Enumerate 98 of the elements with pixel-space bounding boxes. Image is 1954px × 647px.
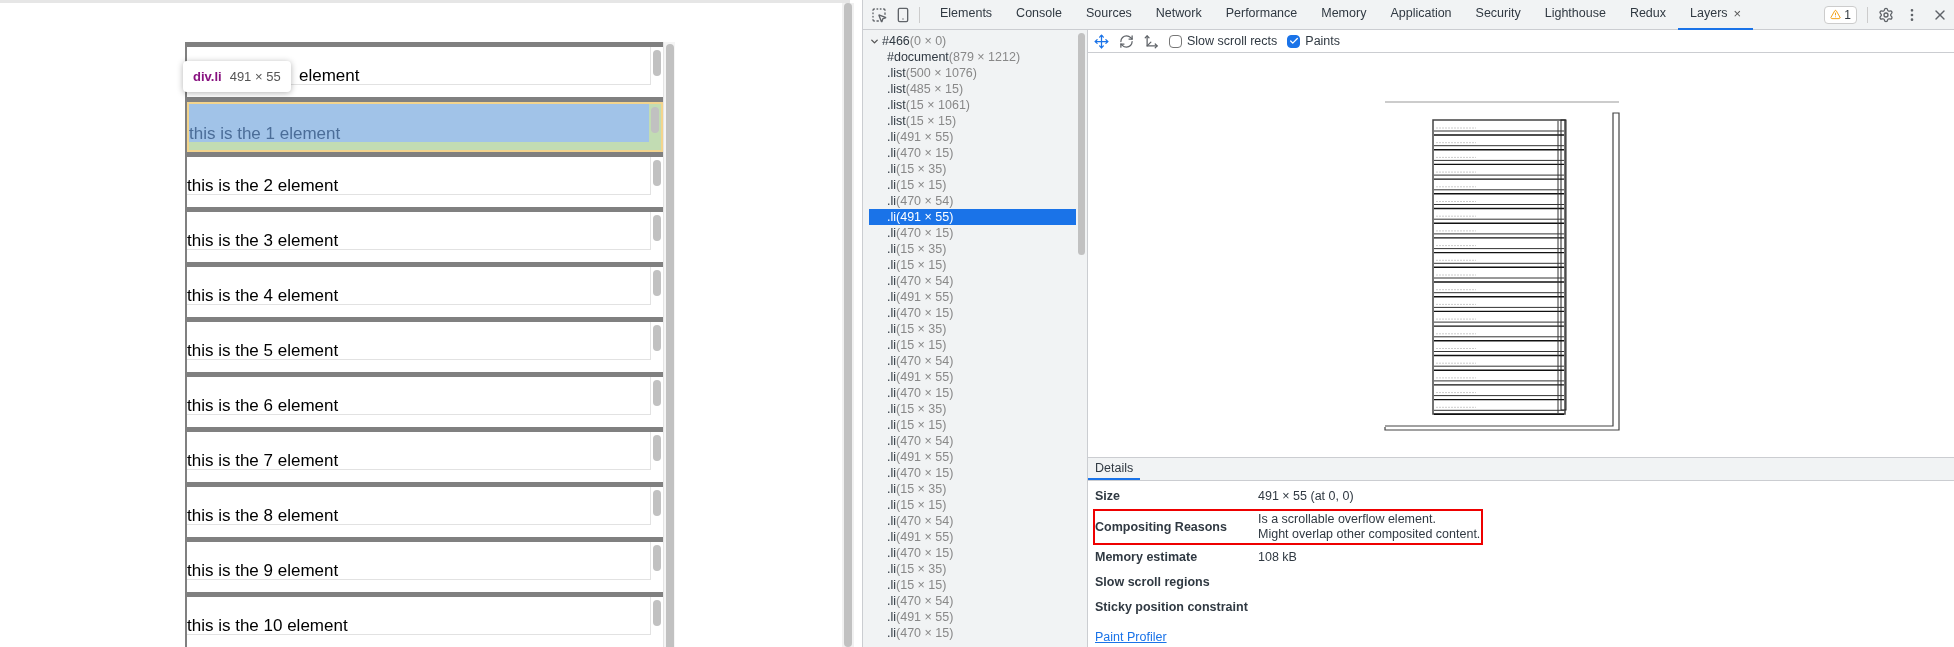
layer-tree-item[interactable]: .li(491 × 55) [869, 369, 1076, 385]
checkbox-option[interactable]: Slow scroll rects [1169, 31, 1278, 51]
detail-value: Is a scrollable overflow element. Might overlap other composited content. [1258, 512, 1481, 542]
layer-tree-item[interactable]: .li(470 × 15) [869, 545, 1076, 561]
layer-tree-item[interactable]: .li(15 × 15) [869, 577, 1076, 593]
scrollbar-thumb[interactable] [653, 215, 662, 241]
layer-tree-item[interactable]: .li(470 × 54) [869, 513, 1076, 529]
scrollbar-thumb[interactable] [653, 50, 662, 76]
scrollbar-thumb[interactable] [653, 270, 662, 296]
details-tab[interactable]: Details [1088, 458, 1141, 481]
item-text: this is the 8 element [187, 506, 339, 526]
layer-tree-item[interactable]: .list(15 × 1061) [869, 97, 1076, 113]
warning-badge[interactable]: 1 [1824, 5, 1857, 24]
devtools-tab[interactable]: Network [1143, 0, 1214, 30]
layer-tree-item[interactable]: .li(15 × 35) [869, 481, 1076, 497]
checkbox-option[interactable]: Paints [1287, 31, 1341, 51]
devtools-tab[interactable]: Sources [1074, 0, 1144, 30]
layer-tree-item[interactable]: #466(0 × 0) [869, 33, 1076, 49]
tooltip-size: 491 × 55 [229, 67, 281, 86]
layer-tree-item[interactable]: #document(879 × 1212) [869, 49, 1076, 65]
layer-tree-item[interactable]: .li(15 × 35) [869, 161, 1076, 177]
layer-tree-item[interactable]: .li(15 × 35) [869, 401, 1076, 417]
layer-tree-item[interactable]: .li(470 × 15) [869, 385, 1076, 401]
layer-tree-item[interactable]: .li(491 × 55) [869, 609, 1076, 625]
rotate-mode-icon[interactable] [1119, 33, 1134, 49]
detail-label: Slow scroll regions [1095, 573, 1211, 591]
devtools-tab[interactable]: Application [1378, 0, 1464, 30]
layer-tree-item[interactable]: .list(15 × 15) [869, 113, 1076, 129]
layer-tree-item[interactable]: .li(15 × 35) [869, 321, 1076, 337]
item-text: this is the 10 element [187, 616, 348, 636]
item-text: this is the 4 element [187, 286, 339, 306]
layer-tree-item[interactable]: .li(470 × 15) [869, 225, 1076, 241]
devtools-tab[interactable]: Memory [1309, 0, 1379, 30]
scrollbar-thumb[interactable] [653, 545, 662, 571]
layer-tree-item[interactable]: .li(470 × 54) [869, 353, 1076, 369]
item-text: element [299, 66, 360, 86]
detail-label: Size [1095, 488, 1121, 506]
tooltip-tag: div.li [193, 66, 222, 87]
detail-label: Compositing Reasons [1095, 518, 1228, 536]
close-tab-icon[interactable]: × [1733, 3, 1742, 24]
layer-tree-item[interactable]: .li(15 × 15) [869, 337, 1076, 353]
layer-tree-item[interactable]: .li(15 × 15) [869, 417, 1076, 433]
item-text: this is the 9 element [187, 561, 339, 581]
layer-tree-item[interactable]: .li(491 × 55) [869, 529, 1076, 545]
layer-tree-item[interactable]: .li(491 × 55) [869, 289, 1076, 305]
layer-tree-item[interactable]: .li(470 × 15) [869, 625, 1076, 641]
pan-mode-icon[interactable] [1094, 33, 1109, 49]
detail-value: 108 kB [1258, 549, 1297, 565]
item-text: this is the 7 element [187, 451, 339, 471]
layer-tree-item[interactable]: .list(500 × 1076) [869, 65, 1076, 81]
devtools-tab[interactable]: Security [1463, 0, 1533, 30]
devtools-tab[interactable]: Elements [928, 0, 1005, 30]
layer-tree-item[interactable]: .li(491 × 55) [869, 129, 1076, 145]
inspect-cursor-icon[interactable] [871, 6, 887, 23]
scrollbar-thumb[interactable] [653, 160, 662, 186]
layer-tree-item[interactable]: .li(15 × 35) [869, 561, 1076, 577]
layer-tree-item[interactable]: .li(15 × 35) [869, 241, 1076, 257]
scrollbar-thumb[interactable] [651, 107, 660, 133]
item-text: this is the 2 element [187, 176, 339, 196]
layer-tree-item[interactable]: .li(491 × 55) [869, 209, 1076, 225]
reset-transform-icon[interactable] [1144, 33, 1159, 49]
warning-icon [1830, 9, 1842, 20]
layer-tree-item[interactable]: .li(470 × 15) [869, 305, 1076, 321]
layer-tree-item[interactable]: .li(15 × 15) [869, 257, 1076, 273]
scrollbar-thumb[interactable] [653, 380, 662, 406]
layer-tree-item[interactable]: .li(470 × 54) [869, 273, 1076, 289]
devtools-tab[interactable]: Layers × [1678, 0, 1754, 30]
devtools-tab[interactable]: Performance [1213, 0, 1310, 30]
scrollbar-thumb[interactable] [1078, 33, 1085, 255]
layer-tree-item[interactable]: .li(470 × 15) [869, 145, 1076, 161]
layer-tree-item[interactable]: .li(470 × 54) [869, 193, 1076, 209]
layer-tree-item[interactable]: .li(470 × 54) [869, 593, 1076, 609]
layer-tree-item[interactable]: .li(470 × 54) [869, 433, 1076, 449]
scrollbar-thumb[interactable] [653, 435, 662, 461]
layer-tree-item[interactable]: .li(470 × 15) [869, 465, 1076, 481]
item-text: this is the 6 element [187, 396, 339, 416]
detail-label: Memory estimate [1095, 549, 1199, 566]
layer-tree-item[interactable]: .li(491 × 55) [869, 449, 1076, 465]
settings-icon[interactable] [1878, 6, 1894, 23]
scrollbar-thumb[interactable] [653, 325, 662, 351]
item-text: this is the 3 element [187, 231, 339, 251]
scrollbar-thumb[interactable] [665, 44, 674, 647]
paint-profiler-link[interactable]: Paint Profiler [1095, 628, 1167, 647]
detail-value: 491 × 55 (at 0, 0) [1258, 489, 1354, 505]
layer-tree-item[interactable]: .li(15 × 15) [869, 497, 1076, 513]
layer-tree-item[interactable]: .list(485 × 15) [869, 81, 1076, 97]
item-text: this is the 1 element [189, 124, 341, 144]
check-icon [1288, 36, 1299, 47]
layer-tree-item[interactable]: .li(15 × 15) [869, 177, 1076, 193]
item-text: this is the 5 element [187, 341, 339, 361]
scrollbar-thumb[interactable] [653, 600, 662, 626]
devtools-tab[interactable]: Redux [1617, 0, 1679, 30]
devtools-tab[interactable]: Lighthouse [1532, 0, 1618, 30]
scrollbar-thumb[interactable] [653, 490, 662, 516]
detail-label: Sticky position constraint [1095, 598, 1249, 616]
device-toggle-icon[interactable] [895, 6, 911, 23]
devtools-tab[interactable]: Console [1004, 0, 1074, 30]
scrollbar-thumb[interactable] [844, 3, 852, 647]
